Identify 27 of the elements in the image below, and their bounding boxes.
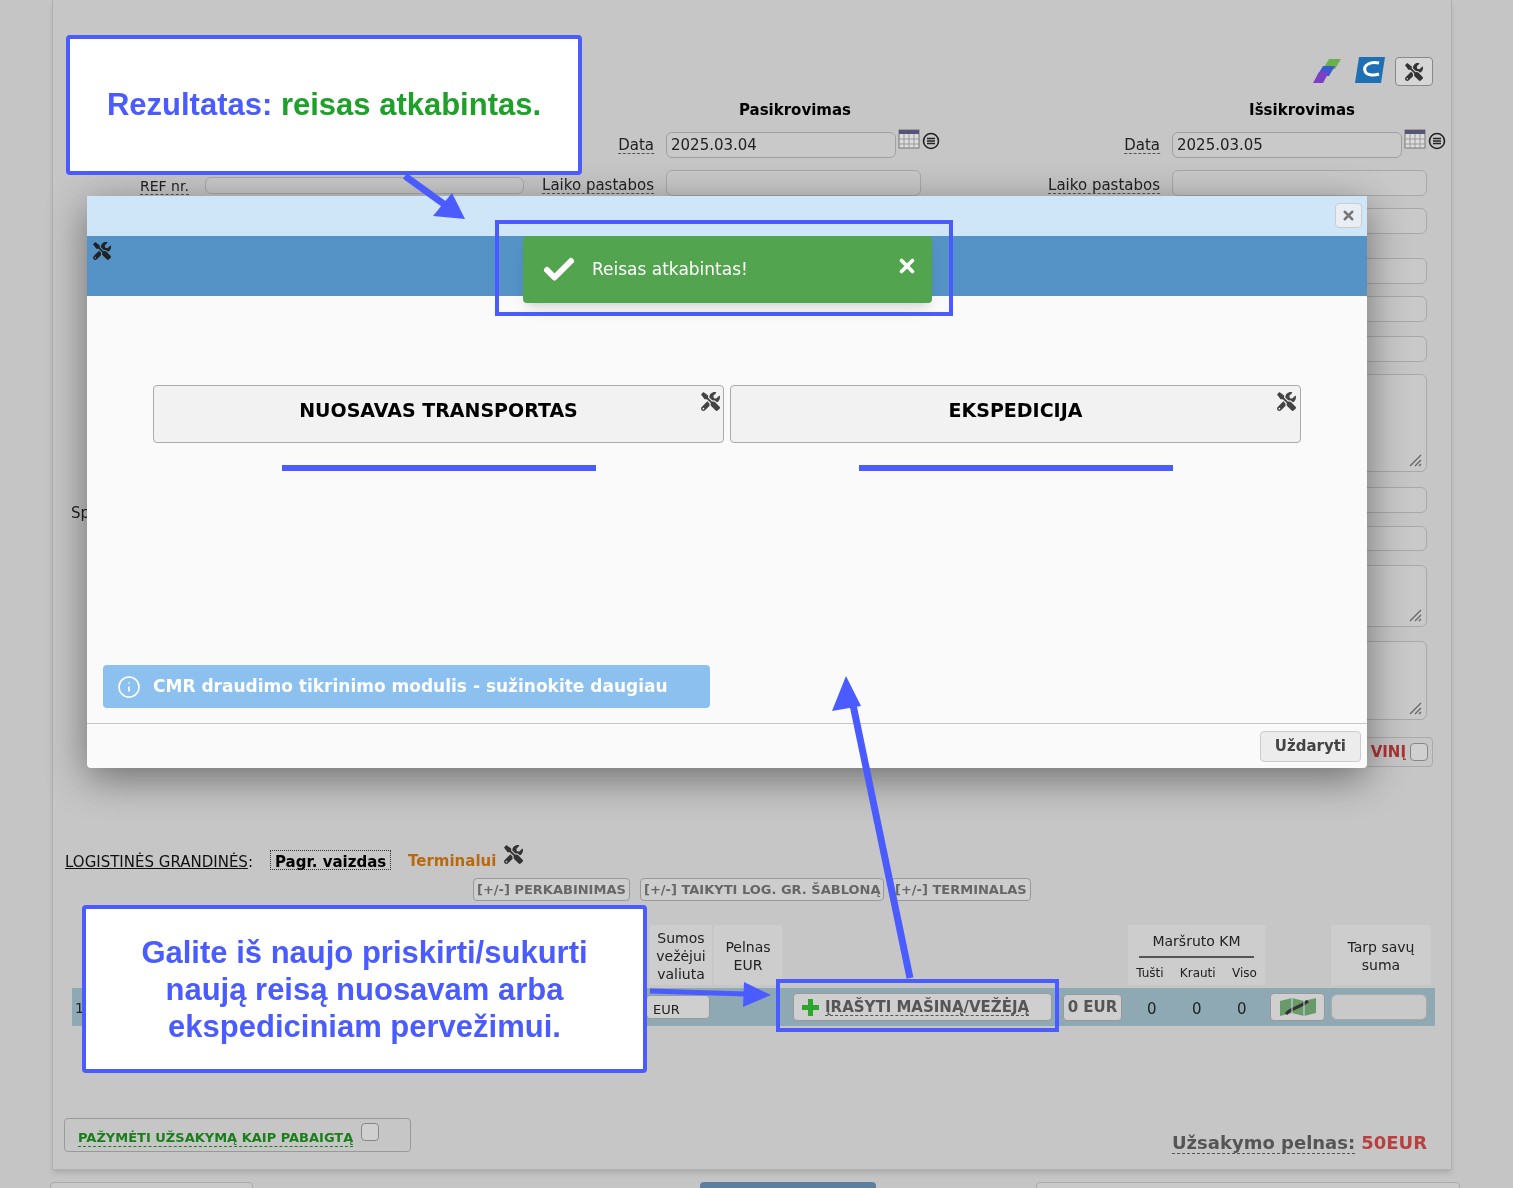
profit-value: 50EUR xyxy=(1361,1133,1427,1154)
field-label: Data xyxy=(618,137,654,154)
field-label: Laiko pastabos xyxy=(1048,177,1160,194)
banner-text: CMR draudimo tikrinimo modulis - sužinokite daugiau xyxy=(153,674,668,698)
callout-text: Rezultatas: reisas atkabintas. xyxy=(106,85,542,124)
table-header-cell: Maršruto KM xyxy=(1139,931,1254,958)
table-cell-text: 0 xyxy=(1147,999,1157,1020)
table-header-cell: Pelnas EUR xyxy=(714,925,782,985)
toast-message: Reisas atkabintas! xyxy=(592,257,748,281)
section-title: Pasikrovimas xyxy=(738,100,852,121)
amount-badge: 0 EUR xyxy=(1063,994,1122,1021)
table-cell-text: 0 xyxy=(1192,999,1202,1020)
table-header-cell: Tarp savų suma xyxy=(1331,925,1431,985)
option-label: VINĮ xyxy=(1370,741,1406,763)
section-title: Išsikrovimas xyxy=(1249,100,1355,121)
profit-label: Užsakymo pelnas: xyxy=(1172,1133,1356,1154)
field-label: Laiko pastabos xyxy=(542,177,654,194)
table-header-cell: Sumos vežėjui valiuta xyxy=(650,925,712,985)
table-header-cell-text: Tušti xyxy=(1136,965,1164,982)
table-header-cell-text: Krauti xyxy=(1179,965,1216,982)
table-cell-text: 0 xyxy=(1237,999,1247,1020)
field-label: Data xyxy=(1124,137,1160,154)
section-label: LOGISTINĖS GRANDINĖS: xyxy=(65,851,253,873)
callout-text: Galite iš naujo priskirti/sukurti naują reisą nuosavam arba ekspediciniam pervežimui. xyxy=(140,933,589,1045)
table-header-cell-text: Viso xyxy=(1231,965,1257,982)
option-label: PAŽYMĖTI UŽSAKYMĄ KAIP PABAIGTĄ xyxy=(78,1129,354,1147)
field-label: REF nr. xyxy=(140,178,189,195)
